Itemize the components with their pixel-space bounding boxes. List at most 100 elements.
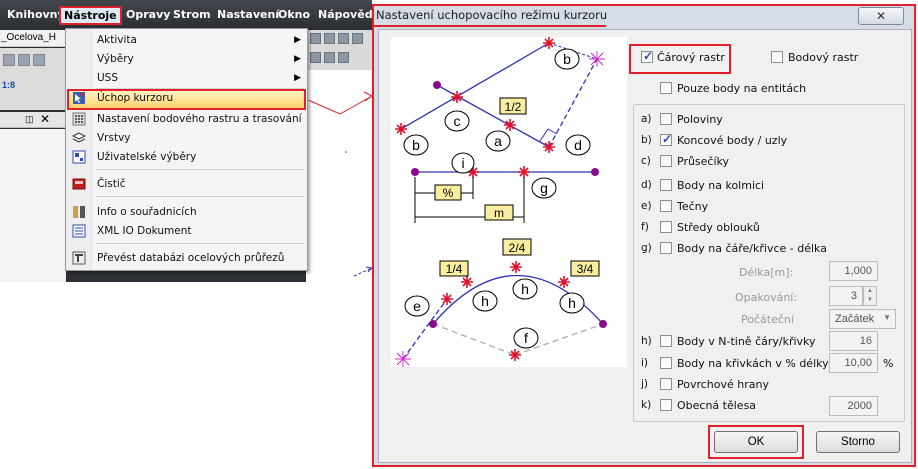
line-raster-checkbox[interactable] [641,49,653,63]
user-selection-icon [72,150,86,164]
toolbar-icon[interactable] [352,33,363,44]
toolbar-icon[interactable] [310,33,321,44]
snap-settings-dialog: Nastavení uchopovacího režimu kurzoru ✕ [372,4,916,467]
document-tab[interactable]: _Ocelova_H [0,30,66,47]
label-c: c [454,113,461,129]
zoom-level[interactable]: 1:8 [2,80,15,90]
label-i: i [461,155,464,171]
option-obecna-telesa-label: Obecná tělesa [677,399,757,412]
label-e: e [413,298,421,314]
label-a: a [494,133,502,149]
toolbar-icon[interactable] [338,52,349,63]
option-percent-checkbox[interactable] [660,357,672,369]
coordinates-info-icon [73,206,85,218]
toolbar-icon[interactable] [338,33,349,44]
toolbar-icon[interactable] [33,54,45,66]
toolbar-icon[interactable] [3,54,15,66]
box-3-4: 3/4 [577,262,594,276]
option-povrchove-hrany-label: Povrchové hrany [677,378,770,391]
menu-item-uss[interactable]: USS ▶ [67,69,306,88]
toolbar-icon[interactable] [310,52,321,63]
toolbar-icon[interactable] [324,33,335,44]
option-povrchove-hrany-checkbox[interactable] [660,378,672,390]
menu-item-info-souradnice[interactable]: Info o souřadnicích [67,203,306,222]
box-m: m [494,206,504,220]
box-half: 1/2 [505,100,522,114]
start-select[interactable]: Začátek ▼ [829,309,896,329]
repeat-label: Opakování: [735,291,798,304]
menu-strom[interactable]: Strom [173,8,211,21]
only-entity-points-label: Pouze body na entitách [677,82,807,95]
option-poloviny-checkbox[interactable] [660,113,672,125]
chevron-down-icon: ▼ [883,313,891,322]
box-percent: % [443,186,454,200]
panel-header: ◫ ✕ [0,112,66,128]
document-tab-label: _Ocelova_H [1,32,57,43]
label-f: f [524,330,528,346]
cursor-snap-icon [73,92,85,104]
label-d: d [574,137,582,153]
point-raster-checkbox[interactable] [771,51,783,63]
length-label: Délka[m]: [739,266,794,279]
menu-item-nastaveni-rastru[interactable]: Nastavení bodového rastru a trasování [67,110,306,129]
option-stredy-oblouku-label: Středy oblouků [677,221,760,234]
only-entity-points-checkbox[interactable] [660,82,672,94]
dialog-close-button[interactable]: ✕ [858,7,904,25]
start-label: Počáteční [741,313,794,326]
option-prusecky-checkbox[interactable] [660,155,672,167]
box-1-4: 1/4 [446,262,463,276]
option-prusecky-label: Průsečíky [677,155,730,168]
option-obecna-telesa-checkbox[interactable] [660,399,672,411]
option-koncove-body-checkbox[interactable] [660,132,672,146]
box-2-4: 2/4 [509,241,526,255]
option-delka-label: Body na čáře/křivce - délka [677,242,827,255]
label-h: h [568,295,576,311]
dialog-body: b b c a d i g e h h h f 1/2 % m 2/4 1/4 … [378,29,912,463]
option-stredy-oblouku-checkbox[interactable] [660,221,672,233]
general-solids-input[interactable]: 2000 [829,396,878,416]
submenu-arrow-icon: ▶ [294,34,301,44]
toolbar-icon[interactable] [18,54,30,66]
n-tine-input[interactable]: 16 [829,331,878,351]
option-kolmice-checkbox[interactable] [660,179,672,191]
layers-icon [72,132,86,143]
menu-okno[interactable]: Okno [278,8,310,21]
label-b: b [412,137,420,153]
option-delka-checkbox[interactable] [660,242,672,254]
toolbar-icon[interactable] [324,52,335,63]
menu-item-vrstvy[interactable]: Vrstvy [67,129,306,148]
canvas-area[interactable] [306,70,372,282]
option-poloviny-label: Poloviny [677,113,723,126]
menu-nastroje[interactable]: Nástroje [59,6,122,25]
label-g: g [540,180,548,196]
close-icon: ✕ [875,9,887,23]
menu-item-uchop-kurzoru[interactable]: Úchop kurzoru [67,89,306,110]
menu-nastaveni[interactable]: Nastavení [217,8,279,21]
label-h: h [481,293,489,309]
right-toolbar [306,30,372,70]
menu-item-uzivatelske-vybery[interactable]: Uživatelské výběry [67,148,306,167]
option-tecny-label: Tečny [677,200,709,213]
menu-item-cistic[interactable]: Čistič [67,175,306,194]
length-input[interactable]: 1,000 [829,261,878,281]
option-tecny-checkbox[interactable] [660,200,672,212]
repeat-input[interactable]: 3 [829,286,863,306]
menu-opravy[interactable]: Opravy [126,8,170,21]
cancel-button[interactable]: Storno [816,431,900,453]
menu-item-aktivita[interactable]: Aktivita ▶ [67,31,306,50]
percent-input[interactable]: 10,00 [829,353,878,373]
label-b: b [563,51,571,67]
menu-napoveda[interactable]: Nápověda [318,8,380,21]
menu-item-vybery[interactable]: Výběry ▶ [67,50,306,69]
repeat-stepper[interactable]: ▲ ▼ [863,286,877,306]
menu-knihovny[interactable]: Knihovny [7,8,65,21]
close-panel-icon[interactable]: ✕ [40,112,50,126]
menu-item-prevest-databazi[interactable]: Převést databázi ocelových průřezů [67,249,306,268]
option-n-tine-checkbox[interactable] [660,335,672,347]
app-window: Knihovny Nástroje Opravy Strom Nastavení… [0,0,380,282]
pin-icon[interactable]: ◫ [25,114,34,125]
snap-illustration: b b c a d i g e h h h f 1/2 % m 2/4 1/4 … [391,37,627,367]
menu-item-xml-io[interactable]: XML IO Dokument [67,222,306,241]
ok-button[interactable]: OK [714,431,798,453]
grid-dots-icon [72,112,86,126]
